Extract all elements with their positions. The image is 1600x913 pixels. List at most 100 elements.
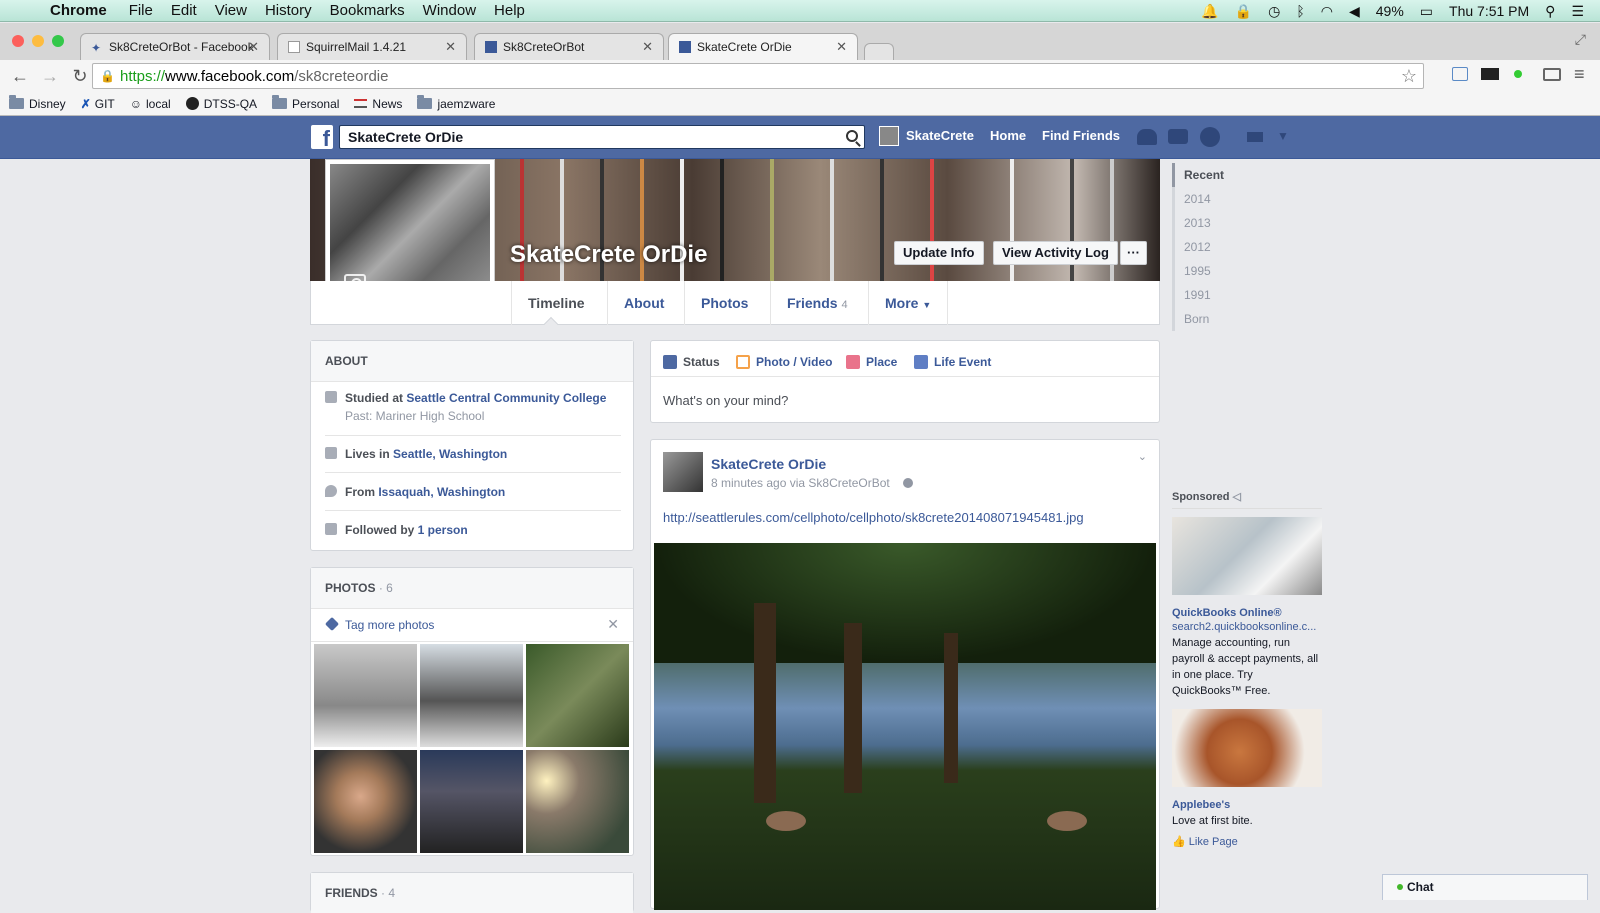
close-tab-icon[interactable]: ✕ bbox=[248, 39, 259, 55]
messages-icon[interactable] bbox=[1168, 129, 1188, 144]
facebook-logo-icon[interactable]: f bbox=[311, 125, 333, 149]
photo-thumbnail[interactable] bbox=[526, 644, 629, 747]
year-2014[interactable]: 2014 bbox=[1172, 187, 1224, 211]
lock-icon[interactable]: 🔒 bbox=[1235, 3, 1252, 20]
menu-edit[interactable]: Edit bbox=[171, 2, 197, 19]
view-activity-log-button[interactable]: View Activity Log bbox=[993, 241, 1118, 265]
bookmark-news[interactable]: News bbox=[354, 97, 402, 111]
tab-timeline[interactable]: Timeline bbox=[511, 281, 601, 325]
tab-more[interactable]: More ▼ bbox=[868, 281, 949, 325]
photo-thumbnail[interactable] bbox=[314, 644, 417, 747]
forward-icon[interactable]: → bbox=[40, 66, 60, 87]
extension-folder-icon[interactable] bbox=[1452, 67, 1468, 81]
friend-requests-icon[interactable] bbox=[1137, 129, 1157, 145]
ad-image[interactable] bbox=[1172, 709, 1322, 787]
browser-tab-2[interactable]: SquirrelMail 1.4.21 ✕ bbox=[277, 33, 467, 60]
profile-name[interactable]: SkateCrete OrDie bbox=[510, 241, 707, 269]
ad-title[interactable]: Applebee's bbox=[1172, 799, 1322, 811]
composer-photo-video-tab[interactable]: Photo / Video bbox=[736, 355, 832, 369]
year-recent[interactable]: Recent bbox=[1172, 163, 1224, 187]
cast-icon[interactable] bbox=[1543, 68, 1561, 81]
photo-thumbnail[interactable] bbox=[314, 750, 417, 853]
post-options-chevron-icon[interactable]: ⌄ bbox=[1138, 450, 1147, 463]
facebook-search-input[interactable]: SkateCrete OrDie bbox=[339, 125, 865, 149]
composer-life-event-tab[interactable]: Life Event bbox=[914, 355, 991, 369]
address-bar[interactable]: 🔒 https:// www.facebook.com /sk8creteord… bbox=[92, 63, 1424, 89]
status-input[interactable]: What's on your mind? bbox=[663, 393, 788, 408]
menu-app-name[interactable]: Chrome bbox=[50, 2, 107, 19]
ad-quickbooks[interactable]: QuickBooks Online® search2.quickbooksonl… bbox=[1172, 517, 1322, 699]
chrome-menu-icon[interactable]: ≡ bbox=[1574, 64, 1585, 85]
ad-url[interactable]: search2.quickbooksonline.c... bbox=[1172, 621, 1322, 633]
public-globe-icon[interactable] bbox=[903, 478, 913, 488]
bookmark-jaemzware[interactable]: jaemzware bbox=[417, 95, 495, 111]
nav-home-link[interactable]: Home bbox=[990, 128, 1026, 143]
extension-status-icon[interactable] bbox=[1514, 70, 1522, 78]
like-page-button[interactable]: 👍 Like Page bbox=[1172, 835, 1322, 848]
bluetooth-icon[interactable]: ᛒ bbox=[1296, 3, 1304, 19]
window-zoom-button[interactable] bbox=[52, 35, 64, 47]
photo-thumbnail[interactable] bbox=[526, 750, 629, 853]
ad-image[interactable] bbox=[1172, 517, 1322, 595]
composer-status-tab[interactable]: Status bbox=[663, 355, 720, 369]
followers-link[interactable]: 1 person bbox=[418, 523, 468, 537]
photos-heading[interactable]: PHOTOS · 6 bbox=[311, 568, 633, 609]
browser-tab-1[interactable]: ✦ Sk8CreteOrBot - Facebook ✕ bbox=[80, 33, 270, 60]
tag-more-photos-link[interactable]: Tag more photos bbox=[345, 618, 434, 632]
nav-profile-link[interactable]: SkateCrete bbox=[906, 128, 974, 143]
wifi-icon[interactable]: ◠ bbox=[1321, 3, 1333, 20]
bookmark-git[interactable]: ✗ GIT bbox=[81, 97, 115, 111]
volume-icon[interactable]: ◀ bbox=[1349, 3, 1360, 20]
close-tab-icon[interactable]: ✕ bbox=[642, 39, 653, 55]
from-place-link[interactable]: Issaquah, Washington bbox=[378, 485, 505, 499]
nav-find-friends-link[interactable]: Find Friends bbox=[1042, 128, 1120, 143]
bookmark-disney[interactable]: Disney bbox=[9, 95, 66, 111]
notifications-globe-icon[interactable] bbox=[1200, 127, 1220, 147]
ad-title[interactable]: QuickBooks Online® bbox=[1172, 607, 1322, 619]
menu-view[interactable]: View bbox=[215, 2, 247, 19]
sponsored-heading[interactable]: Sponsored ◁ bbox=[1172, 490, 1322, 509]
window-minimize-button[interactable] bbox=[32, 35, 44, 47]
menu-help[interactable]: Help bbox=[494, 2, 525, 19]
menu-history[interactable]: History bbox=[265, 2, 312, 19]
post-meta[interactable]: 8 minutes ago via Sk8CreteOrBot bbox=[711, 476, 890, 490]
menu-bookmarks[interactable]: Bookmarks bbox=[330, 2, 405, 19]
time-machine-icon[interactable]: ◷ bbox=[1268, 3, 1280, 20]
tab-about[interactable]: About bbox=[607, 281, 680, 325]
year-1995[interactable]: 1995 bbox=[1172, 259, 1224, 283]
bookmark-local[interactable]: ☺ local bbox=[130, 97, 171, 111]
close-tab-icon[interactable]: ✕ bbox=[836, 39, 847, 55]
tab-photos[interactable]: Photos bbox=[684, 281, 764, 325]
update-info-button[interactable]: Update Info bbox=[894, 241, 984, 265]
year-2013[interactable]: 2013 bbox=[1172, 211, 1224, 235]
author-avatar[interactable] bbox=[663, 452, 703, 492]
dismiss-icon[interactable]: ✕ bbox=[607, 616, 619, 633]
bookmark-star-icon[interactable]: ☆ bbox=[1401, 66, 1417, 87]
reload-icon[interactable]: ↻ bbox=[70, 66, 90, 87]
extension-terminal-icon[interactable] bbox=[1481, 68, 1499, 80]
back-icon[interactable]: ← bbox=[10, 66, 30, 87]
chat-bar[interactable]: Chat bbox=[1382, 874, 1588, 900]
bookmark-personal[interactable]: Personal bbox=[272, 95, 339, 111]
notification-center-icon[interactable]: ☰ bbox=[1571, 3, 1584, 20]
window-close-button[interactable] bbox=[12, 35, 24, 47]
new-tab-button[interactable] bbox=[864, 43, 894, 60]
school-link[interactable]: Seattle Central Community College bbox=[406, 391, 606, 405]
bookmark-dtss-qa[interactable]: DTSS-QA bbox=[185, 97, 257, 111]
battery-icon[interactable]: ▭ bbox=[1420, 3, 1433, 20]
browser-tab-4-active[interactable]: SkateCrete OrDie ✕ bbox=[668, 33, 858, 60]
ad-applebees[interactable]: Applebee's Love at first bite. 👍 Like Pa… bbox=[1172, 709, 1322, 848]
battery-percent[interactable]: 49% bbox=[1376, 3, 1404, 19]
user-avatar[interactable] bbox=[879, 126, 899, 146]
post-link[interactable]: http://seattlerules.com/cellphoto/cellph… bbox=[663, 510, 1084, 525]
tab-friends[interactable]: Friends 4 bbox=[770, 281, 864, 325]
spotlight-icon[interactable]: ⚲ bbox=[1545, 3, 1555, 20]
menu-file[interactable]: File bbox=[129, 2, 153, 19]
lives-place-link[interactable]: Seattle, Washington bbox=[393, 447, 507, 461]
photo-thumbnail[interactable] bbox=[420, 644, 523, 747]
notification-bell-icon[interactable]: 🔔 bbox=[1201, 3, 1218, 20]
privacy-shortcuts-icon[interactable] bbox=[1247, 132, 1263, 142]
fullscreen-icon[interactable]: ⤢ bbox=[1575, 31, 1586, 48]
composer-place-tab[interactable]: Place bbox=[846, 355, 897, 369]
more-options-button[interactable]: ··· bbox=[1120, 241, 1147, 265]
